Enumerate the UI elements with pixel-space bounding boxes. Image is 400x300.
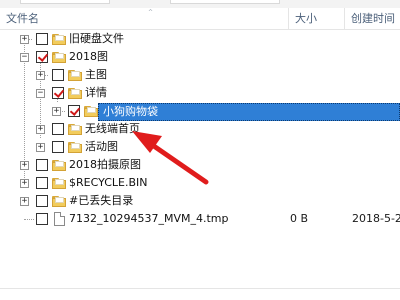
checkbox[interactable] [52,141,64,153]
checkbox[interactable] [52,69,64,81]
tree-item-label: #已丢失目录 [69,194,134,207]
tree-row[interactable]: + 主图 [0,66,400,84]
checkbox-checked[interactable] [36,51,48,63]
folder-icon [68,69,82,81]
expand-icon[interactable]: + [20,197,29,206]
tree-item-label: 2018拍摄原图 [69,158,141,171]
folder-icon [68,87,82,99]
expand-icon[interactable]: + [36,71,45,80]
tree-item-label: 活动图 [85,140,118,153]
tree-item-label: 无线端首页 [85,122,140,135]
file-date: 2018-5-22 [352,212,400,225]
column-size-label: 大小 [295,12,317,25]
toolbar-strip [0,0,400,8]
checkbox[interactable] [36,177,48,189]
column-date-label: 创建时间 [351,12,395,25]
folder-icon [68,123,82,135]
tree-row[interactable]: − 详情 [0,84,400,102]
collapse-icon[interactable]: − [36,89,45,98]
collapse-icon[interactable]: − [20,53,29,62]
expand-icon[interactable]: + [20,179,29,188]
column-header: 文件名 ^ 大小 创建时间 [0,8,400,30]
folder-icon [52,51,66,63]
column-header-size[interactable]: 大小 [288,8,344,30]
toolbar-segment [20,0,110,4]
folder-icon [52,159,66,171]
sort-indicator-icon: ^ [148,9,154,16]
tree-row[interactable]: − 2018图 [0,48,400,66]
tree-row[interactable]: + #已丢失目录 [0,192,400,210]
tree-item-label-selected: 小狗购物袋 [98,103,400,121]
tree-item-label: 7132_10294537_MVM_4.tmp [69,212,229,225]
column-name-label: 文件名 [6,12,39,25]
checkbox[interactable] [36,159,48,171]
checkbox[interactable] [36,213,48,225]
expand-icon[interactable]: + [52,107,61,116]
tree-item-label: 2018图 [69,50,108,63]
tree-row-selected[interactable]: + 小狗购物袋 [0,102,400,121]
expand-icon[interactable]: + [20,161,29,170]
column-header-name[interactable]: 文件名 [0,8,288,30]
expand-icon[interactable]: + [36,143,45,152]
tree-row[interactable]: + 活动图 [0,138,400,156]
tree-item-label: 旧硬盘文件 [69,32,124,45]
tree-row[interactable]: + 2018拍摄原图 [0,156,400,174]
toolbar-segment [170,0,280,4]
checkbox[interactable] [52,123,64,135]
folder-icon [84,105,98,117]
checkbox-checked[interactable] [68,105,80,117]
file-size: 0 B [290,212,309,225]
file-icon [54,212,65,226]
expand-icon[interactable]: + [20,35,29,44]
tree-item-label: 详情 [85,86,107,99]
folder-icon [52,177,66,189]
checkbox[interactable] [36,33,48,45]
tree-item-label: $RECYCLE.BIN [69,176,148,189]
tree-row-file[interactable]: 7132_10294537_MVM_4.tmp 0 B 2018-5-22 [0,210,400,228]
folder-icon [52,195,66,207]
expand-icon[interactable]: + [36,125,45,134]
tree-item-label: 主图 [85,68,107,81]
tree-branch [24,219,34,220]
tree-row[interactable]: + 旧硬盘文件 [0,30,400,48]
column-header-date[interactable]: 创建时间 [344,8,400,30]
checkbox[interactable] [36,195,48,207]
folder-icon [52,33,66,45]
tree-row[interactable]: + $RECYCLE.BIN [0,174,400,192]
checkbox-checked[interactable] [52,87,64,99]
folder-icon [68,141,82,153]
status-strip [0,288,400,300]
tree-row[interactable]: + 无线端首页 [0,120,400,138]
